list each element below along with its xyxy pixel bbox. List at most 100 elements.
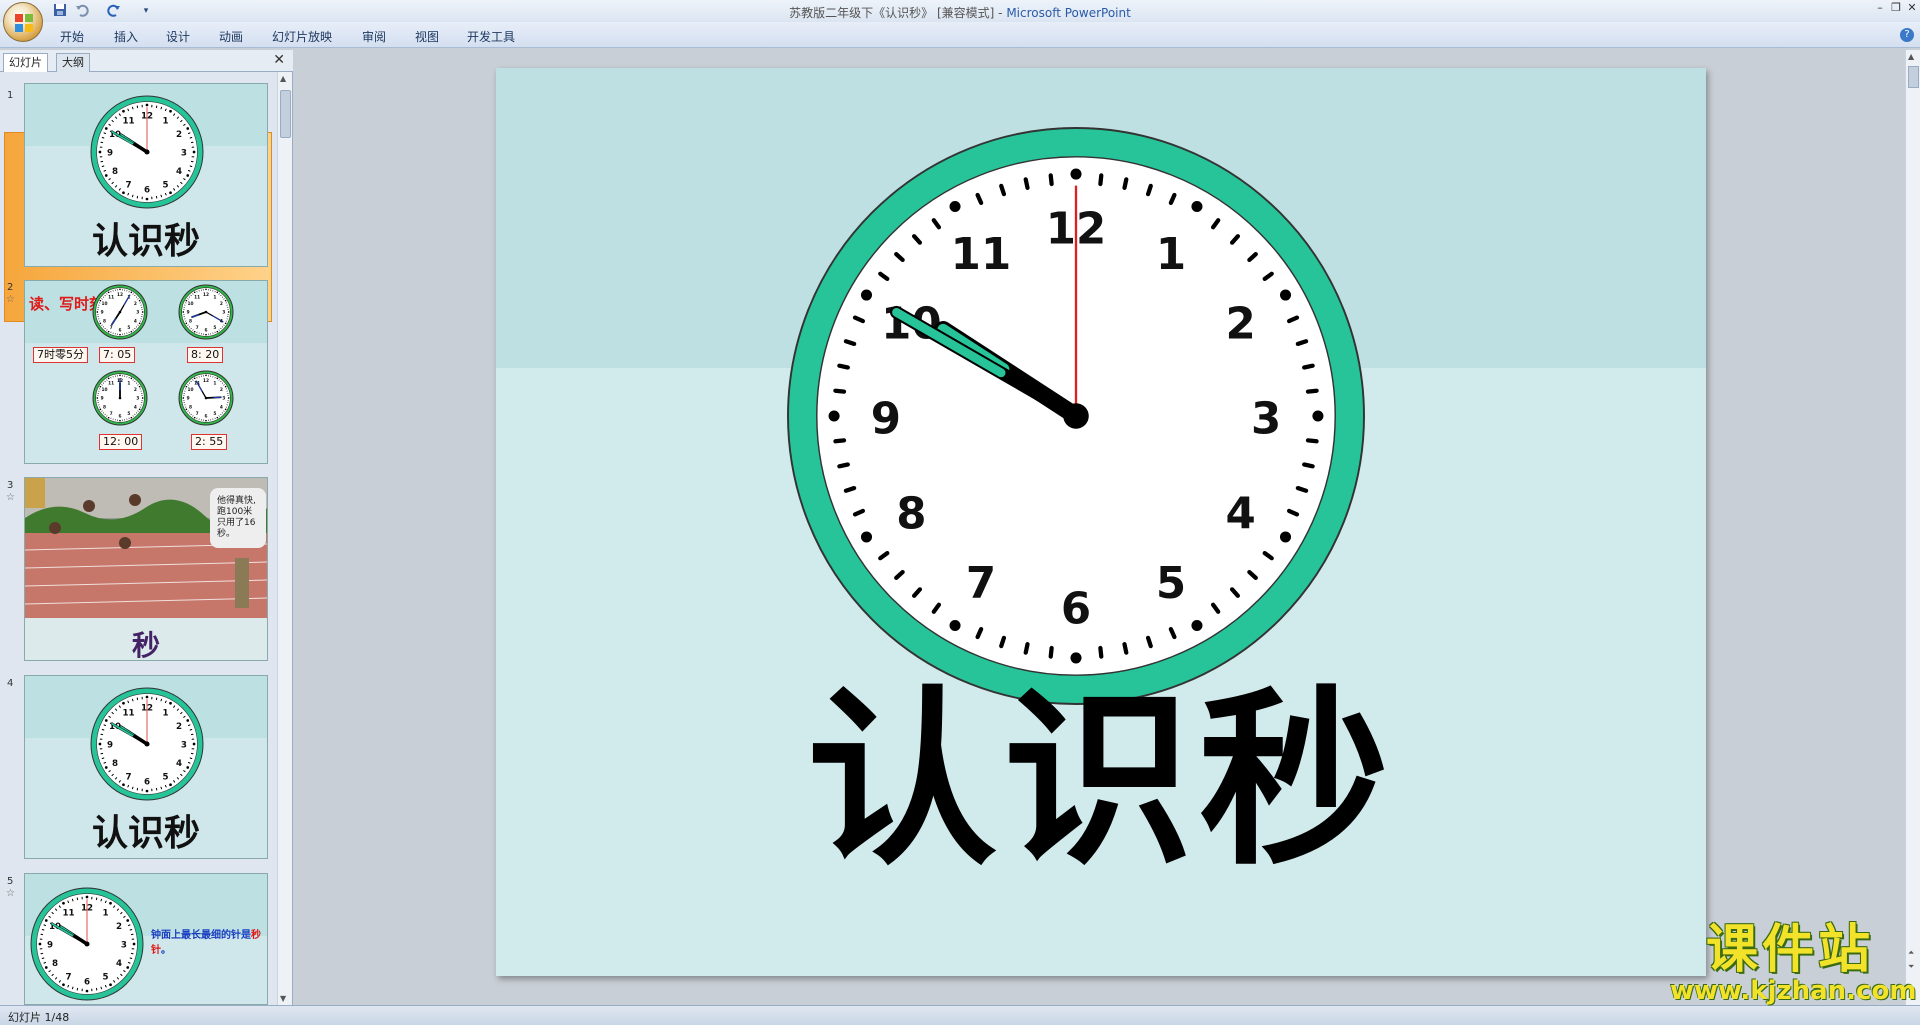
redo-icon[interactable] bbox=[106, 3, 122, 19]
tab-design[interactable]: 设计 bbox=[166, 28, 190, 45]
thumbnail-number: 2 bbox=[7, 282, 14, 293]
hour-dot bbox=[119, 333, 121, 336]
hour-dot bbox=[104, 127, 108, 130]
minute-tick bbox=[102, 326, 105, 328]
tab-home[interactable]: 开始 bbox=[60, 28, 84, 45]
minute-tick bbox=[188, 382, 191, 384]
minute-tick bbox=[833, 388, 847, 394]
tab-outline[interactable]: 大纲 bbox=[56, 53, 90, 72]
hour-dot bbox=[205, 288, 207, 291]
customize-icon[interactable]: ▾ bbox=[138, 3, 154, 19]
hour-dot bbox=[192, 150, 196, 154]
hour-dot bbox=[205, 333, 207, 336]
clock-number: 9 bbox=[107, 740, 113, 750]
tab-view[interactable]: 视图 bbox=[415, 28, 439, 45]
thumbnail-note: 钟面上最长最细的针是秒针。 bbox=[151, 928, 267, 958]
slide-counter: 幻灯片 1/48 bbox=[8, 1011, 70, 1024]
minute-tick bbox=[837, 462, 850, 469]
save-icon[interactable] bbox=[52, 3, 68, 19]
clock-number: 10 bbox=[188, 301, 194, 307]
minute-tick bbox=[127, 784, 130, 788]
clock-center bbox=[144, 149, 150, 155]
tab-slideshow[interactable]: 幻灯片放映 bbox=[272, 28, 332, 45]
thumbnail-title: 认识秒 bbox=[91, 812, 200, 854]
minute-tick bbox=[41, 957, 45, 960]
hour-dot bbox=[1279, 531, 1292, 543]
clock-icon: 121234567891011 bbox=[92, 370, 148, 426]
minute-tick bbox=[190, 413, 192, 416]
minute-tick bbox=[843, 485, 857, 493]
slide-thumbnail-1[interactable]: 12 1 2 3 4 5 6 7 8 9 10 11 认识秒 bbox=[24, 83, 268, 267]
tab-insert[interactable]: 插入 bbox=[114, 28, 138, 45]
minute-tick bbox=[1145, 635, 1153, 649]
hour-dot bbox=[98, 150, 102, 154]
clock-number: 4 bbox=[1225, 489, 1255, 539]
hour-dot bbox=[949, 200, 961, 213]
slide-thumbnail-2[interactable]: 读、写时刻 121234567891011 121234567891011 7时… bbox=[24, 280, 268, 464]
clock-icon: 121234567891011 bbox=[178, 284, 234, 340]
tab-review[interactable]: 审阅 bbox=[362, 28, 386, 45]
slide-canvas[interactable]: 121234567891011 认识秒 bbox=[496, 68, 1706, 976]
close-icon[interactable]: ✕ bbox=[1904, 1, 1920, 15]
clock-number: 5 bbox=[213, 411, 216, 417]
tab-developer[interactable]: 开发工具 bbox=[467, 28, 515, 45]
minute-tick bbox=[164, 784, 167, 788]
hour-dot bbox=[860, 531, 873, 543]
hour-dot bbox=[104, 766, 108, 769]
hour-dot bbox=[169, 191, 172, 195]
office-button[interactable] bbox=[3, 2, 43, 42]
minute-tick bbox=[101, 757, 105, 760]
minute-tick bbox=[131, 698, 134, 702]
hour-dot bbox=[104, 174, 108, 177]
hour-dot bbox=[138, 299, 141, 302]
clock-number: 1 bbox=[213, 294, 216, 300]
minute-tick bbox=[103, 761, 107, 764]
clock-number: 4 bbox=[176, 759, 182, 769]
thumbnail-number: 4 bbox=[7, 678, 14, 689]
minute-tick bbox=[190, 327, 192, 330]
hour-dot bbox=[96, 397, 99, 399]
hour-dot bbox=[109, 983, 112, 987]
hour-dot bbox=[192, 742, 196, 746]
slide-thumbnail-5[interactable]: 12 1 2 3 4 5 6 7 8 9 10 11 钟面上最长最细的针是秒针。 bbox=[24, 873, 268, 1005]
tab-slides[interactable]: 幻灯片 bbox=[3, 53, 48, 72]
clock-number: 7 bbox=[65, 972, 71, 982]
main-scrollbar[interactable]: ▲ ⏶ ⏷ bbox=[1905, 50, 1920, 1005]
minute-tick bbox=[127, 700, 130, 704]
clock-number: 7 bbox=[196, 325, 199, 331]
tab-animations[interactable]: 动画 bbox=[219, 28, 243, 45]
hour-dot bbox=[141, 397, 144, 399]
slide-title[interactable]: 认识秒 bbox=[496, 670, 1706, 890]
restore-icon[interactable]: ❐ bbox=[1888, 1, 1904, 15]
scroll-thumb[interactable] bbox=[280, 90, 291, 138]
time-label: 2: 55 bbox=[191, 434, 228, 450]
clock-number: 1 bbox=[162, 708, 168, 718]
scroll-down-icon[interactable]: ▼ bbox=[280, 994, 286, 1003]
hour-dot bbox=[107, 291, 110, 294]
slide-thumbnail-3[interactable]: 他得真快, 跑100米只用了16秒。 秒 bbox=[24, 477, 268, 661]
pane-close-icon[interactable]: ✕ bbox=[273, 52, 285, 68]
undo-icon[interactable] bbox=[74, 3, 90, 19]
clock-icon: 121234567891011 bbox=[178, 370, 234, 426]
time-label: 8: 20 bbox=[187, 347, 224, 363]
scroll-up-icon[interactable]: ▲ bbox=[1908, 52, 1914, 61]
slide-thumbnail-4[interactable]: 12 1 2 3 4 5 6 7 8 9 10 11 认识秒 bbox=[24, 675, 268, 859]
hour-dot bbox=[145, 789, 149, 793]
scroll-up-icon[interactable]: ▲ bbox=[280, 74, 286, 83]
hour-dot bbox=[145, 695, 149, 699]
scroll-thumb[interactable] bbox=[1908, 66, 1919, 88]
pane-scrollbar[interactable]: ▲ ▼ bbox=[277, 72, 292, 1005]
help-icon[interactable]: ? bbox=[1900, 28, 1914, 42]
minute-tick bbox=[164, 108, 167, 112]
title-bar: 苏教版二年级下《认识秒》 [兼容模式] - Microsoft PowerPoi… bbox=[0, 0, 1920, 22]
minute-tick bbox=[1302, 462, 1315, 469]
clock-number: 11 bbox=[951, 230, 1012, 280]
hour-dot bbox=[138, 408, 141, 411]
clock-center bbox=[1063, 403, 1089, 429]
minimize-icon[interactable]: – bbox=[1872, 1, 1888, 15]
clock-icon: 121234567891011 bbox=[92, 284, 148, 340]
minute-tick bbox=[160, 194, 163, 198]
hour-dot bbox=[182, 397, 185, 399]
hour-dot bbox=[860, 289, 873, 301]
minute-tick bbox=[188, 326, 191, 328]
